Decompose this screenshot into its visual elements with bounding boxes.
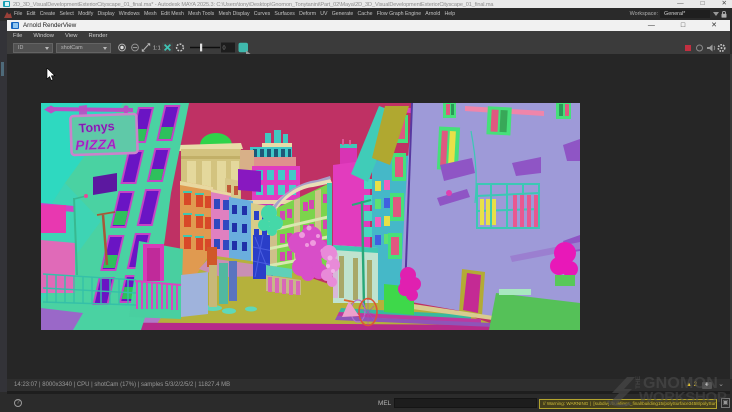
- svg-text:1:1: 1:1: [153, 46, 161, 52]
- svg-text:WORKSHOP: WORKSHOP: [639, 389, 727, 406]
- svg-text:0: 0: [223, 46, 226, 52]
- svg-text:THE: THE: [635, 375, 642, 389]
- svg-text:Tonys: Tonys: [78, 119, 115, 135]
- svg-text:PIZZA: PIZZA: [75, 137, 117, 153]
